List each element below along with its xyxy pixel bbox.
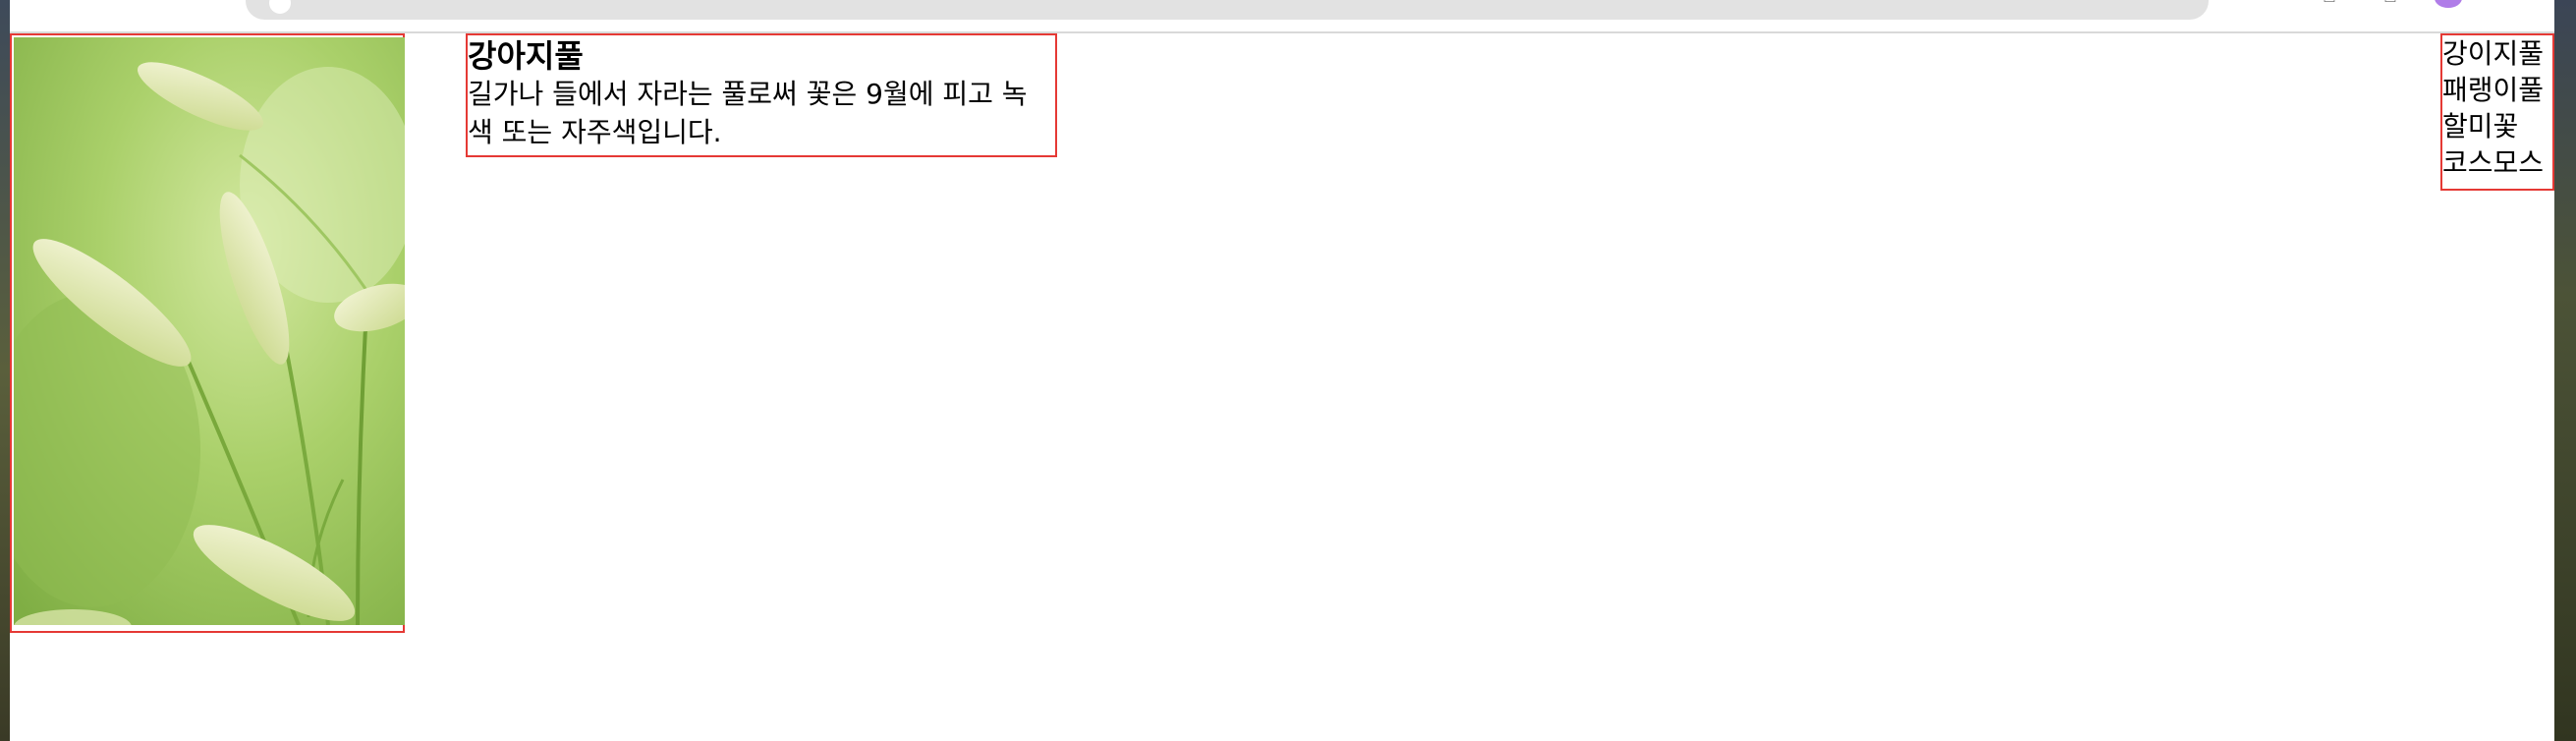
article-title: 강아지풀 (468, 37, 584, 75)
desktop-wallpaper-right (2554, 0, 2576, 741)
address-bar[interactable] (246, 0, 2209, 20)
side-nav-item[interactable]: 코스모스 (2442, 144, 2552, 181)
figure-image-box (10, 33, 405, 633)
profile-avatar[interactable] (2435, 0, 2462, 8)
side-nav-item[interactable]: 강이지풀 (2442, 35, 2552, 72)
bookmark-icon[interactable]: ▭ (2319, 0, 2340, 6)
article-box: 강아지풀 길가나 들에서 자라는 풀로써 꽃은 9월에 피고 녹색 또는 자주색… (466, 33, 1057, 157)
desktop-wallpaper-left (0, 0, 10, 741)
browser-window: ▭ ▭ (10, 0, 2554, 741)
site-info-icon[interactable] (269, 0, 291, 14)
extensions-icon[interactable]: ▭ (2380, 0, 2401, 6)
foxtail-grass-image (14, 37, 405, 625)
article-description: 길가나 들에서 자라는 풀로써 꽃은 9월에 피고 녹색 또는 자주색입니다. (468, 78, 1028, 148)
side-nav-list: 강이지풀 패랭이풀 할미꽃 코스모스 (2440, 33, 2554, 191)
browser-toolbar: ▭ ▭ (10, 0, 2554, 33)
side-nav-item[interactable]: 패랭이풀 (2442, 72, 2552, 108)
side-nav-item[interactable]: 할미꽃 (2442, 108, 2552, 144)
